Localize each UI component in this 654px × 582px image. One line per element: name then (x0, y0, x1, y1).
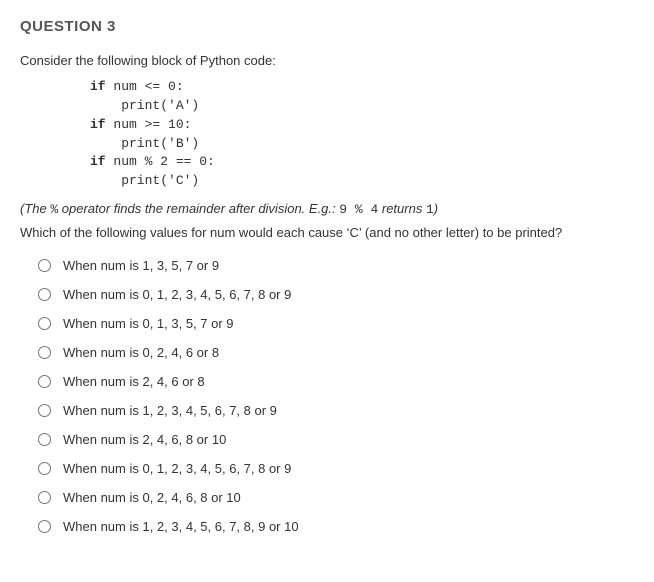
option-radio[interactable] (38, 288, 51, 301)
option-label: When num is 0, 2, 4, 6, 8 or 10 (63, 490, 241, 505)
option-row[interactable]: When num is 1, 2, 3, 4, 5, 6, 7, 8 or 9 (38, 403, 634, 418)
option-label: When num is 2, 4, 6 or 8 (63, 374, 205, 389)
option-row[interactable]: When num is 1, 2, 3, 4, 5, 6, 7, 8, 9 or… (38, 519, 634, 534)
option-radio[interactable] (38, 317, 51, 330)
code-text: num <= 0: (106, 79, 184, 94)
option-row[interactable]: When num is 2, 4, 6 or 8 (38, 374, 634, 389)
option-label: When num is 1, 3, 5, 7 or 9 (63, 258, 219, 273)
option-row[interactable]: When num is 0, 2, 4, 6 or 8 (38, 345, 634, 360)
code-keyword: if (90, 79, 106, 94)
code-text: num >= 10: (106, 117, 192, 132)
option-radio[interactable] (38, 433, 51, 446)
option-label: When num is 1, 2, 3, 4, 5, 6, 7, 8 or 9 (63, 403, 277, 418)
option-label: When num is 0, 2, 4, 6 or 8 (63, 345, 219, 360)
options-group: When num is 1, 3, 5, 7 or 9 When num is … (38, 258, 634, 534)
option-label: When num is 1, 2, 3, 4, 5, 6, 7, 8, 9 or… (63, 519, 299, 534)
note-text: (The % operator finds the remainder afte… (20, 201, 634, 217)
option-radio[interactable] (38, 520, 51, 533)
option-row[interactable]: When num is 1, 3, 5, 7 or 9 (38, 258, 634, 273)
question-prompt: Which of the following values for num wo… (20, 225, 634, 240)
code-text: num % 2 == 0: (106, 154, 215, 169)
code-text: print('B') (90, 136, 199, 151)
code-text: print('A') (90, 98, 199, 113)
option-row[interactable]: When num is 0, 1, 2, 3, 4, 5, 6, 7, 8 or… (38, 287, 634, 302)
option-row[interactable]: When num is 0, 2, 4, 6, 8 or 10 (38, 490, 634, 505)
code-text: print('C') (90, 173, 199, 188)
option-row[interactable]: When num is 2, 4, 6, 8 or 10 (38, 432, 634, 447)
option-radio[interactable] (38, 346, 51, 359)
option-row[interactable]: When num is 0, 1, 2, 3, 4, 5, 6, 7, 8 or… (38, 461, 634, 476)
option-radio[interactable] (38, 491, 51, 504)
option-label: When num is 0, 1, 2, 3, 4, 5, 6, 7, 8 or… (63, 461, 291, 476)
option-radio[interactable] (38, 404, 51, 417)
question-title: QUESTION 3 (20, 18, 634, 35)
option-radio[interactable] (38, 462, 51, 475)
option-radio[interactable] (38, 259, 51, 272)
option-radio[interactable] (38, 375, 51, 388)
code-keyword: if (90, 154, 106, 169)
option-row[interactable]: When num is 0, 1, 3, 5, 7 or 9 (38, 316, 634, 331)
option-label: When num is 0, 1, 3, 5, 7 or 9 (63, 316, 234, 331)
code-block: if num <= 0: print('A') if num >= 10: pr… (90, 78, 634, 191)
option-label: When num is 0, 1, 2, 3, 4, 5, 6, 7, 8 or… (63, 287, 291, 302)
code-keyword: if (90, 117, 106, 132)
option-label: When num is 2, 4, 6, 8 or 10 (63, 432, 226, 447)
intro-text: Consider the following block of Python c… (20, 53, 634, 68)
